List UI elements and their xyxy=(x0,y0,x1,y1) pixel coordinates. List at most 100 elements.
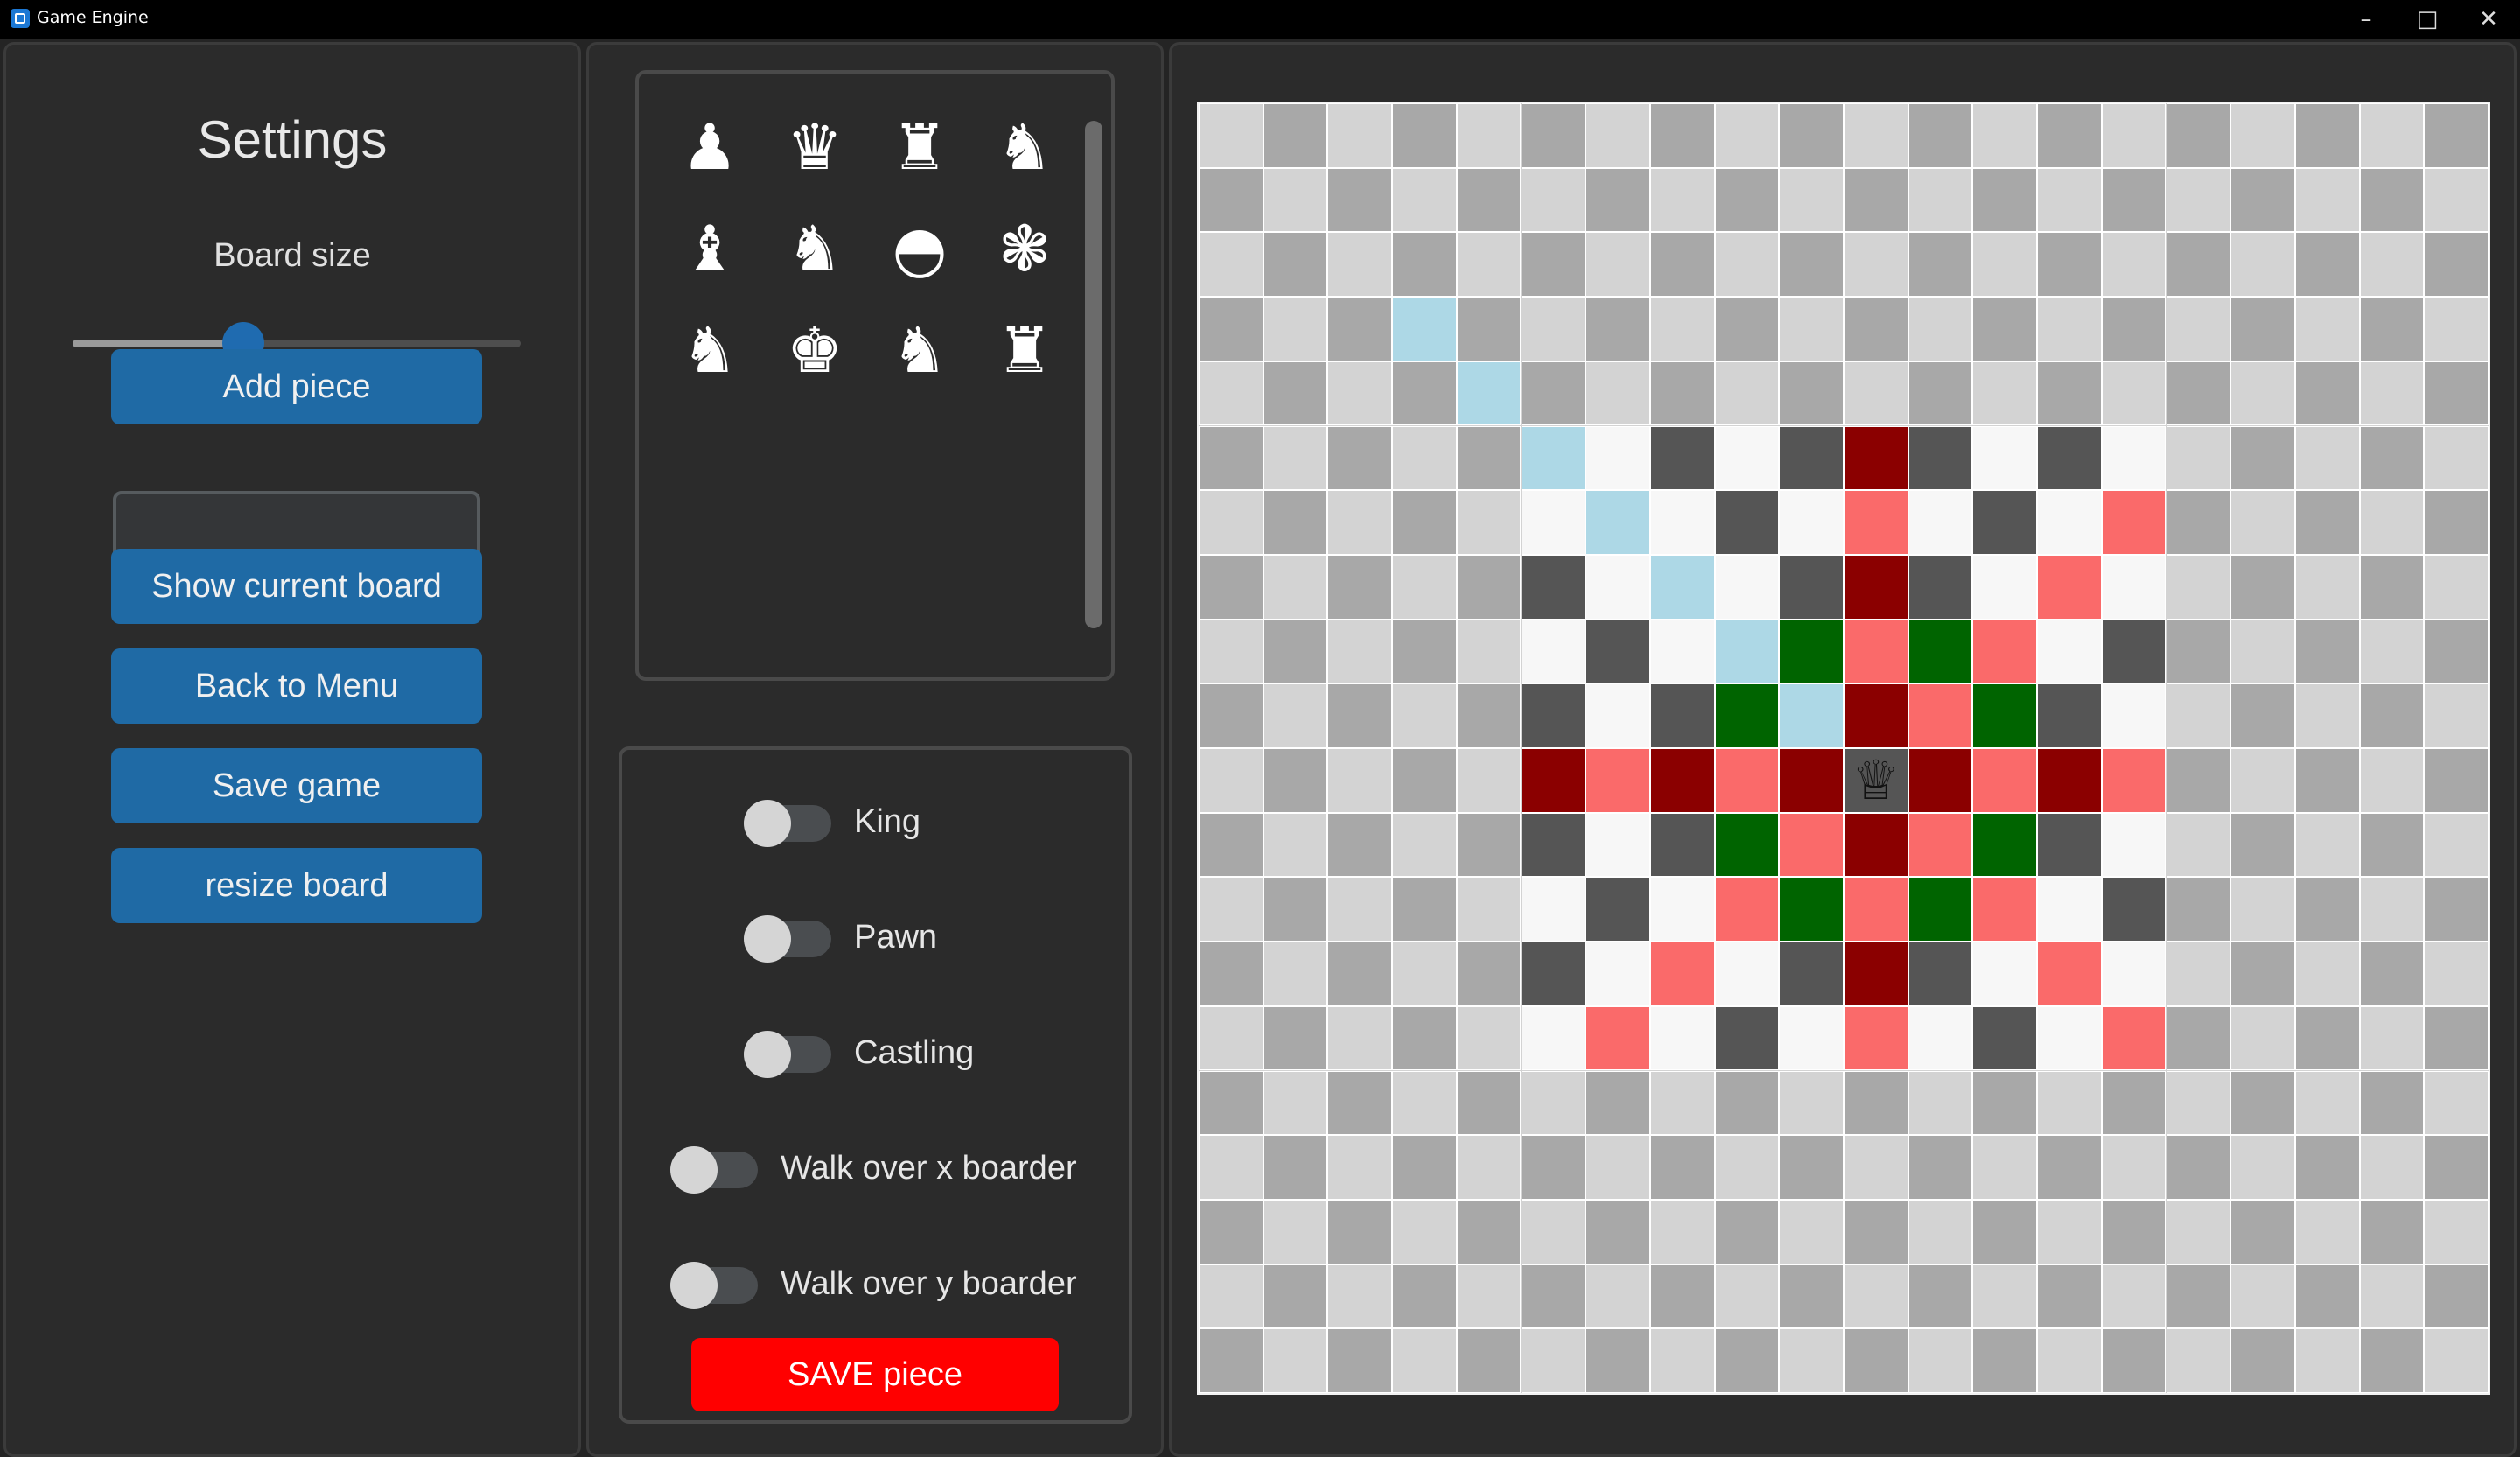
board-cell[interactable] xyxy=(1649,683,1715,748)
board-cell[interactable] xyxy=(1972,683,2038,748)
board-cell[interactable] xyxy=(1649,361,1715,426)
board-cell[interactable] xyxy=(2101,167,2166,233)
chess-board[interactable]: ♕ xyxy=(1197,102,2490,1395)
board-cell[interactable] xyxy=(1199,877,1264,942)
board-cell[interactable] xyxy=(2166,490,2231,555)
board-cell[interactable] xyxy=(1649,425,1715,491)
board-cell[interactable] xyxy=(1844,1264,1908,1329)
board-cell[interactable] xyxy=(1263,554,1328,620)
board-cell[interactable] xyxy=(1586,1135,1650,1200)
board-cell[interactable] xyxy=(1521,1135,1586,1200)
board-cell[interactable] xyxy=(1779,877,1844,942)
board-cell[interactable] xyxy=(1199,103,1264,168)
board-cell[interactable] xyxy=(2037,232,2102,298)
board-cell[interactable] xyxy=(1327,1135,1393,1200)
board-cell[interactable] xyxy=(1586,1005,1650,1071)
board-cell[interactable] xyxy=(1392,1070,1457,1136)
board-cell[interactable] xyxy=(1521,167,1586,233)
board-cell[interactable] xyxy=(1779,425,1844,491)
board-cell[interactable] xyxy=(1844,232,1908,298)
walk-over-y-switch-knob[interactable] xyxy=(670,1262,718,1309)
board-cell[interactable] xyxy=(1586,554,1650,620)
board-cell[interactable] xyxy=(1714,554,1780,620)
board-cell[interactable] xyxy=(1714,1070,1780,1136)
board-cell[interactable] xyxy=(1714,812,1780,878)
board-cell[interactable] xyxy=(1908,1328,1973,1393)
board-cell[interactable] xyxy=(2424,554,2488,620)
board-cell[interactable] xyxy=(1199,490,1264,555)
board-cell[interactable] xyxy=(1456,812,1522,878)
board-cell[interactable] xyxy=(2037,1135,2102,1200)
board-cell[interactable] xyxy=(1456,1070,1522,1136)
board-cell[interactable] xyxy=(2359,1005,2425,1071)
board-cell[interactable] xyxy=(2424,490,2488,555)
board-cell[interactable] xyxy=(1521,1070,1586,1136)
board-cell[interactable] xyxy=(2166,748,2231,813)
minimize-button[interactable]: – xyxy=(2340,4,2392,35)
board-cell[interactable] xyxy=(1392,1328,1457,1393)
board-cell[interactable] xyxy=(1327,103,1393,168)
board-cell[interactable] xyxy=(2230,232,2295,298)
pawn-switch-knob[interactable] xyxy=(744,915,791,963)
board-cell[interactable] xyxy=(2101,1199,2166,1264)
board-cell[interactable] xyxy=(1844,1070,1908,1136)
board-cell[interactable] xyxy=(1586,103,1650,168)
board-cell[interactable] xyxy=(1521,297,1586,361)
board-cell[interactable] xyxy=(1714,167,1780,233)
board-cell[interactable] xyxy=(2294,232,2360,298)
board-cell[interactable] xyxy=(1456,683,1522,748)
board-cell[interactable] xyxy=(2166,232,2231,298)
board-cell[interactable] xyxy=(2230,425,2295,491)
save-game-button[interactable]: Save game xyxy=(111,748,482,823)
board-cell[interactable] xyxy=(1456,232,1522,298)
board-cell[interactable] xyxy=(2294,877,2360,942)
board-cell[interactable] xyxy=(2424,683,2488,748)
board-cell[interactable] xyxy=(2166,1135,2231,1200)
board-cell[interactable] xyxy=(1199,554,1264,620)
board-cell[interactable] xyxy=(2359,103,2425,168)
board-cell[interactable] xyxy=(2037,167,2102,233)
board-cell[interactable] xyxy=(2101,812,2166,878)
board-cell[interactable] xyxy=(1327,490,1393,555)
board-cell[interactable] xyxy=(2230,361,2295,426)
board-cell[interactable] xyxy=(1779,1328,1844,1393)
piece-unicorn-icon[interactable]: ♞ xyxy=(990,112,1060,182)
board-cell[interactable] xyxy=(1972,1005,2038,1071)
board-cell[interactable] xyxy=(2166,619,2231,684)
board-cell[interactable] xyxy=(2166,167,2231,233)
board-cell[interactable] xyxy=(1586,1264,1650,1329)
piece-tower-icon[interactable]: ♜ xyxy=(990,315,1060,385)
piece-queen-icon[interactable]: ♛ xyxy=(780,112,850,182)
board-cell[interactable] xyxy=(1908,490,1973,555)
board-cell[interactable] xyxy=(1199,1005,1264,1071)
board-cell[interactable] xyxy=(1586,232,1650,298)
board-cell[interactable] xyxy=(2424,1070,2488,1136)
board-cell[interactable] xyxy=(1327,942,1393,1006)
board-cell[interactable] xyxy=(2230,1199,2295,1264)
board-cell[interactable] xyxy=(1649,167,1715,233)
board-cell[interactable] xyxy=(2037,1328,2102,1393)
board-cell[interactable] xyxy=(2424,1005,2488,1071)
piece-pawn-icon[interactable]: ♟ xyxy=(675,112,745,182)
board-cell[interactable] xyxy=(1263,1005,1328,1071)
board-cell[interactable] xyxy=(1844,297,1908,361)
board-cell[interactable] xyxy=(2037,554,2102,620)
board-cell[interactable] xyxy=(2037,877,2102,942)
board-cell[interactable] xyxy=(1586,748,1650,813)
board-cell[interactable] xyxy=(1714,942,1780,1006)
board-cell[interactable] xyxy=(1521,942,1586,1006)
walk-over-x-switch[interactable] xyxy=(670,1146,758,1194)
board-cell[interactable] xyxy=(1972,1070,2038,1136)
board-cell[interactable] xyxy=(1908,877,1973,942)
board-cell[interactable] xyxy=(1844,1199,1908,1264)
board-cell[interactable] xyxy=(1392,554,1457,620)
board-cell[interactable] xyxy=(2101,1005,2166,1071)
board-cell[interactable] xyxy=(1263,232,1328,298)
board-cell[interactable] xyxy=(2101,1328,2166,1393)
board-cell[interactable] xyxy=(1263,1264,1328,1329)
board-cell[interactable] xyxy=(1327,1264,1393,1329)
board-cell[interactable] xyxy=(1779,619,1844,684)
piece-elephant-icon[interactable]: ❃ xyxy=(990,214,1060,284)
king-switch[interactable] xyxy=(744,800,831,847)
board-cell[interactable] xyxy=(2037,361,2102,426)
